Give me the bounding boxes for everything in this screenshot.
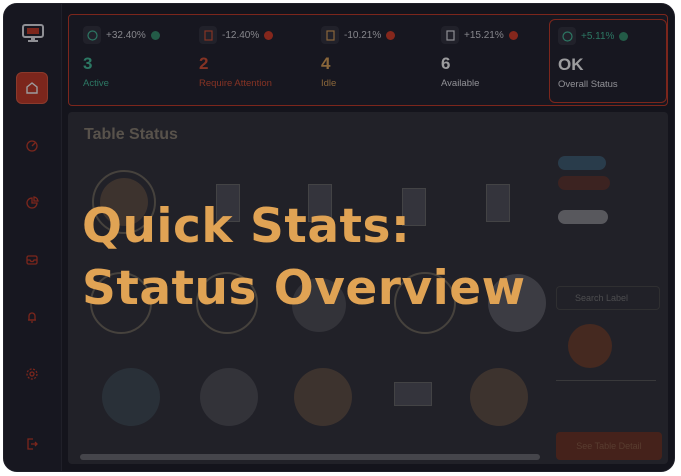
overlay-headline: Quick Stats: Status Overview [82, 196, 526, 320]
headline-line-1: Quick Stats: [82, 199, 411, 254]
headline-line-2: Status Overview [82, 261, 526, 316]
